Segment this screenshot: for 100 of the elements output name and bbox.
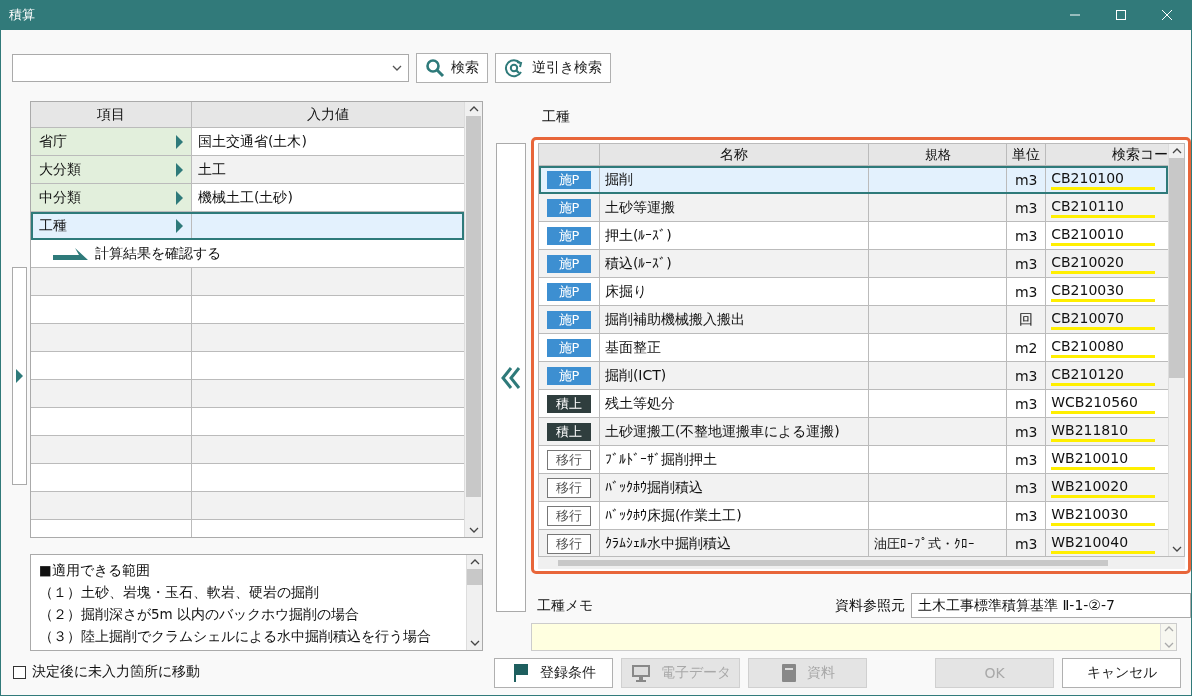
scrollbar[interactable]	[1168, 144, 1184, 556]
table-cell: ﾊﾞｯｸﾎｳ床掘(作業土工)	[599, 502, 870, 529]
scroll-up-icon[interactable]	[468, 106, 479, 112]
table-row[interactable]: 施P 掘削補助機械搬入搬出 回 CB210070	[539, 306, 1168, 334]
reverse-search-button[interactable]: 逆引き検索	[495, 53, 611, 83]
type-badge: 施P	[546, 282, 591, 301]
search-button[interactable]: 検索	[416, 53, 488, 83]
row-arrow-icon	[176, 218, 183, 233]
table-cell: m3	[1007, 446, 1047, 473]
scope-text: ■適用できる範囲	[39, 561, 151, 580]
table-cell: ﾌﾞﾙﾄﾞｰｻﾞ掘削押土	[599, 446, 870, 473]
collapse-arrow-icon	[501, 366, 521, 389]
table-row[interactable]: 移行 ﾊﾞｯｸﾎｳ床掘(作業土工) m3 WB210030	[539, 502, 1168, 530]
table-cell: m3	[1007, 166, 1047, 193]
section-label: 工種	[542, 107, 571, 126]
scroll-up-icon[interactable]	[1171, 148, 1182, 154]
column-header: 名称	[599, 144, 870, 165]
table-cell: 回	[1007, 306, 1047, 333]
table-cell: 土砂運搬工(不整地運搬車による運搬)	[599, 418, 870, 445]
input-value[interactable]: 機械土工(土砂)	[192, 184, 465, 211]
scrollbar-thumb[interactable]	[1169, 158, 1184, 378]
table-cell: ﾊﾞｯｸﾎｳ掘削積込	[599, 474, 870, 501]
table-cell: WB210040	[1046, 530, 1168, 556]
type-badge: 施P	[546, 170, 591, 189]
window-title: 積算	[9, 6, 35, 24]
scope-text: （２）掘削深さが5m 以内のバックホウ掘削の場合	[39, 605, 361, 624]
scrollbar-thumb[interactable]	[466, 116, 481, 497]
scroll-up-icon[interactable]	[469, 559, 480, 565]
dialog-button[interactable]: キャンセル	[1062, 658, 1181, 688]
table-cell: CB210080	[1046, 334, 1168, 361]
expand-strip[interactable]	[12, 267, 27, 485]
scrollbar[interactable]	[464, 102, 482, 537]
table-row[interactable]: 施P 掘削 m3 CB210100	[539, 166, 1168, 194]
table-cell: 掘削	[599, 166, 870, 193]
scrollbar-thumb[interactable]	[467, 569, 482, 585]
input-row[interactable]: 省庁 国土交通省(土木)	[31, 128, 465, 156]
table-row[interactable]: 施P 基面整正 m2 CB210080	[539, 334, 1168, 362]
result-arrow-icon	[53, 247, 89, 260]
table-cell: CB210010	[1046, 222, 1168, 249]
table-cell: m3	[1007, 390, 1047, 417]
table-row[interactable]: 移行 ｸﾗﾑｼｪﾙ水中掘削積込 油圧ﾛｰﾌﾟ式・ｸﾛｰ m3 WB210040	[539, 530, 1168, 556]
scroll-down-icon[interactable]	[468, 527, 479, 533]
table-cell: m3	[1007, 502, 1047, 529]
input-row[interactable]: 工種	[31, 212, 465, 240]
row-arrow-icon	[176, 190, 183, 205]
scrollbar[interactable]	[466, 555, 482, 650]
column-header: 項目	[31, 102, 192, 127]
input-value[interactable]: 国土交通省(土木)	[192, 128, 465, 155]
checkbox-label: 決定後に未入力箇所に移動	[32, 663, 200, 681]
table-cell: CB210030	[1046, 278, 1168, 305]
collapse-strip[interactable]	[496, 143, 526, 612]
table-row[interactable]: 移行 ﾌﾞﾙﾄﾞｰｻﾞ掘削押土 m3 WB210010	[539, 446, 1168, 474]
checkbox[interactable]	[13, 665, 26, 679]
column-header: 規格	[869, 144, 1008, 165]
reference-field: 土木工事標準積算基準 Ⅱ-1-②-7	[911, 593, 1191, 618]
row-arrow-icon	[176, 134, 183, 149]
maximize-icon[interactable]	[1115, 9, 1127, 21]
table-row[interactable]: 移行 ﾊﾞｯｸﾎｳ掘削積込 m3 WB210020	[539, 474, 1168, 502]
type-badge: 移行	[546, 449, 591, 470]
table-cell: CB210020	[1046, 250, 1168, 277]
input-row[interactable]: 中分類 機械土工(土砂)	[31, 184, 465, 212]
scrollbar[interactable]	[538, 557, 1185, 569]
type-badge: 施P	[546, 226, 591, 245]
table-cell: m3	[1007, 418, 1047, 445]
chevron-down-icon	[392, 65, 402, 71]
table-row[interactable]: 積上 土砂運搬工(不整地運搬車による運搬) m3 WB211810	[539, 418, 1168, 446]
table-row[interactable]: 施P 積込(ﾙｰｽﾞ) m3 CB210020	[539, 250, 1168, 278]
table-row[interactable]: 施P 土砂等運搬 m3 CB210110	[539, 194, 1168, 222]
table-cell: CB210110	[1046, 194, 1168, 221]
table-cell: CB210120	[1046, 362, 1168, 389]
check-result-link[interactable]: 計算結果を確認する	[95, 244, 221, 263]
search-combobox[interactable]	[12, 54, 409, 82]
type-badge: 施P	[546, 310, 591, 329]
close-icon[interactable]	[1161, 9, 1173, 21]
scrollbar-thumb[interactable]	[558, 560, 1108, 566]
scroll-down-icon[interactable]	[1171, 546, 1182, 552]
type-badge: 積上	[546, 422, 591, 441]
type-badge: 移行	[546, 533, 591, 554]
table-cell: 基面整正	[599, 334, 870, 361]
input-value[interactable]: 土工	[192, 156, 465, 183]
table-cell: 残土等処分	[599, 390, 870, 417]
column-header: 検索コー	[1111, 144, 1168, 164]
table-cell: 押土(ﾙｰｽﾞ)	[599, 222, 870, 249]
column-header: 単位	[1007, 144, 1047, 165]
table-cell: m3	[1007, 194, 1047, 221]
scope-text: （１）土砂、岩塊・玉石、軟岩、硬岩の掘削	[39, 583, 320, 602]
monitor-icon	[630, 664, 651, 682]
table-row[interactable]: 施P 掘削(ICT) m3 CB210120	[539, 362, 1168, 390]
column-header: 入力値	[306, 104, 350, 124]
table-cell: m3	[1007, 250, 1047, 277]
table-row[interactable]: 積上 残土等処分 m3 WCB210560	[539, 390, 1168, 418]
scroll-down-icon[interactable]	[469, 640, 480, 646]
table-row[interactable]: 施P 押土(ﾙｰｽﾞ) m3 CB210010	[539, 222, 1168, 250]
table-cell: m3	[1007, 474, 1047, 501]
row-label: 中分類	[39, 188, 81, 207]
input-row[interactable]: 大分類 土工	[31, 156, 465, 184]
table-cell: WB210010	[1046, 446, 1168, 473]
dialog-button[interactable]: 登録条件	[494, 658, 613, 688]
table-row[interactable]: 施P 床掘り m3 CB210030	[539, 278, 1168, 306]
row-arrow-icon	[176, 162, 183, 177]
